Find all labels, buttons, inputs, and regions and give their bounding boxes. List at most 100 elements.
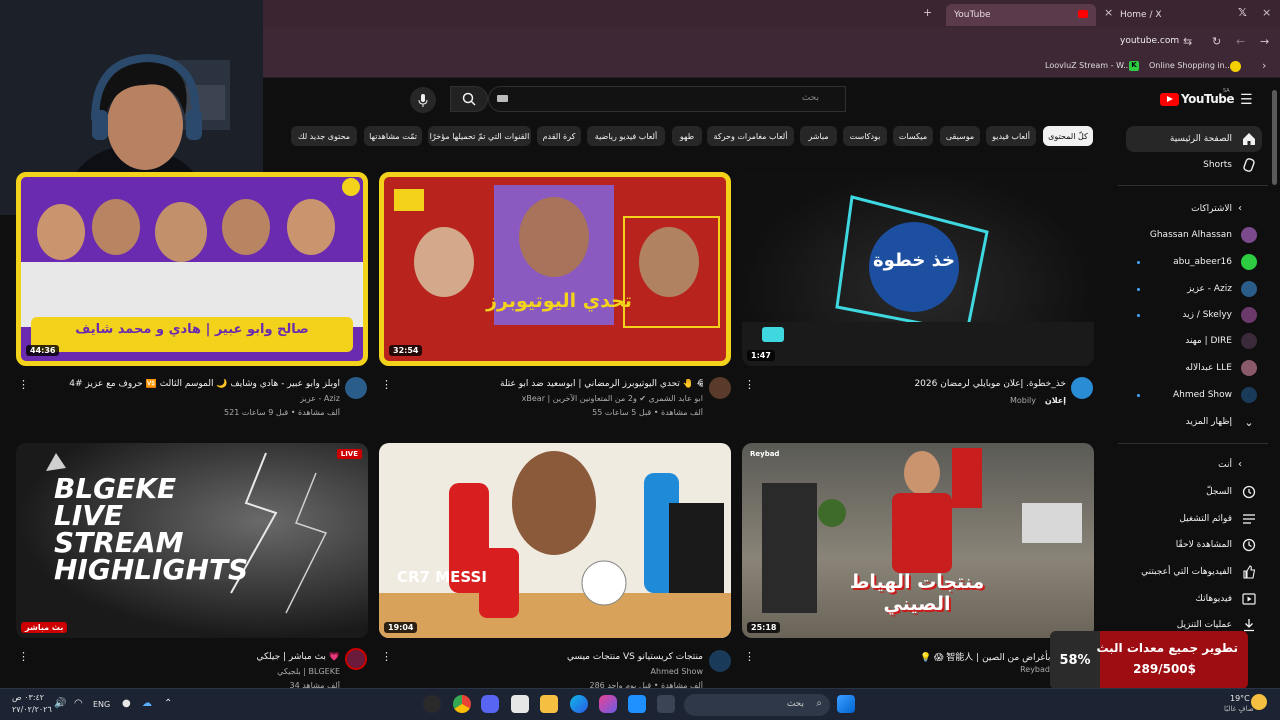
edge-browser-icon[interactable] xyxy=(570,695,588,713)
video-thumbnail[interactable]: تحدي اليوتيوبرز 32:54 xyxy=(379,172,731,366)
sidebar-item-sub-3[interactable]: زيد / Skelyy xyxy=(1126,302,1262,328)
tab-youtube[interactable]: YouTube xyxy=(946,4,1096,26)
wifi-icon[interactable]: ◠ xyxy=(74,698,83,709)
video-thumbnail[interactable]: Reybad منتجات الهياط الصيني 25:18 xyxy=(742,443,1094,638)
chip-watched[interactable]: تمّت مشاهدتها xyxy=(364,126,422,146)
chip-all[interactable]: كلّ المحتوى xyxy=(1043,126,1093,146)
chip-football[interactable]: كرة القدم xyxy=(537,126,581,146)
more-options-icon[interactable]: ⋮ xyxy=(381,650,392,663)
subscriptions-header[interactable]: الاشتراكات ‹ xyxy=(1191,203,1242,214)
task-view-icon[interactable] xyxy=(657,695,675,713)
more-options-icon[interactable]: ⋮ xyxy=(18,650,29,663)
more-options-icon[interactable]: ⋮ xyxy=(18,378,29,391)
weather-temp[interactable]: 19°C xyxy=(1230,694,1250,703)
site-settings-icon[interactable]: ⇆ xyxy=(1183,35,1192,48)
sidebar-show-more[interactable]: إظهار المزيد ⌄ xyxy=(1126,409,1262,435)
chip-podcasts[interactable]: بودكاست xyxy=(843,126,887,146)
sidebar-item-your-videos[interactable]: فيديوهاتك xyxy=(1126,586,1262,612)
sidebar-item-sub-5[interactable]: عبدالاله LLE xyxy=(1126,355,1262,381)
sidebar-item-sub-6[interactable]: Ahmed Show xyxy=(1126,382,1262,408)
sidebar-item-shorts[interactable]: Shorts xyxy=(1126,152,1262,178)
more-bookmarks-icon[interactable]: › xyxy=(1262,59,1266,72)
channel-avatar[interactable] xyxy=(709,650,731,672)
channel-avatar[interactable] xyxy=(1071,377,1093,399)
chrome-app-icon[interactable] xyxy=(453,695,471,713)
chip-action-adventure[interactable]: ألعاب مغامرات وحركة xyxy=(707,126,794,146)
sidebar-item-sub-4[interactable]: مهند | DIRE xyxy=(1126,328,1262,354)
more-options-icon[interactable]: ⋮ xyxy=(381,378,392,391)
sidebar-item-sub-1[interactable]: abu_abeer16 xyxy=(1126,249,1262,275)
chip-live[interactable]: مباشر xyxy=(800,126,837,146)
video-title[interactable]: منتجات ميسي VS منتجات كريستيانو xyxy=(520,652,703,662)
photos-app-icon[interactable] xyxy=(628,695,646,713)
video-title[interactable]: بث مباشر | جيلكي 💗 xyxy=(200,652,340,662)
sidebar-item-history[interactable]: السجلّ xyxy=(1126,479,1262,505)
back-icon[interactable]: → xyxy=(1260,35,1269,48)
forward-icon[interactable]: ← xyxy=(1236,35,1245,48)
sidebar-item-sub-2[interactable]: عزيز - Aziz xyxy=(1126,276,1262,302)
channel-name[interactable]: Mobily xyxy=(970,396,1036,405)
chip-gaming[interactable]: ألعاب فيديو xyxy=(986,126,1036,146)
video-thumbnail[interactable]: CR7 MESSI 19:04 xyxy=(379,443,731,638)
taskbar-search-box[interactable]: بحث ⌕ xyxy=(684,694,830,716)
store-app-icon[interactable] xyxy=(511,695,529,713)
more-options-icon[interactable]: ⋮ xyxy=(744,650,755,663)
page-scrollbar[interactable] xyxy=(1272,90,1277,185)
new-tab-button[interactable]: + xyxy=(923,6,932,19)
channel-name[interactable]: عزيز - Aziz xyxy=(200,394,340,403)
search-input[interactable]: بحث xyxy=(488,86,846,112)
search-button[interactable] xyxy=(450,86,488,112)
channel-name[interactable]: Reybad xyxy=(1000,665,1050,674)
video-thumbnail[interactable]: خذ خطوة 1:47 xyxy=(742,172,1094,366)
youtube-logo-icon[interactable] xyxy=(1160,93,1179,106)
tab-home-x[interactable]: Home / X xyxy=(1112,4,1252,26)
copilot-icon[interactable] xyxy=(599,695,617,713)
onedrive-icon[interactable]: ☁ xyxy=(142,698,152,709)
video-title[interactable]: خذ_خطوة. إعلان موبايلي لرمضان 2026 xyxy=(870,379,1066,389)
channel-name[interactable]: بلجيكي | BLGEKE xyxy=(200,667,340,676)
sidebar-item-liked[interactable]: الفيديوهات التي أعجبتني xyxy=(1126,559,1262,585)
chip-mixes[interactable]: ميكسات xyxy=(893,126,933,146)
channel-avatar[interactable] xyxy=(709,377,731,399)
language-indicator[interactable]: ENG xyxy=(93,700,110,709)
close-tab-x-icon[interactable]: × xyxy=(1262,6,1271,19)
more-options-icon[interactable]: ⋮ xyxy=(744,378,755,391)
chip-sports-games[interactable]: ألعاب فيديو رياضية xyxy=(587,126,665,146)
video-thumbnail[interactable]: صالح وابو عبير | هادي و محمد شايف 44:36 xyxy=(16,172,368,366)
video-title[interactable]: تحدي اليوتيوبرز الرمضاني | ابوسعيد ضد اب… xyxy=(500,379,703,389)
chip-recently-uploaded[interactable]: القنوات التي تمّ تحميلها مؤخرًا xyxy=(428,126,531,146)
bookmark-online-shopping[interactable]: Online Shopping in... xyxy=(1149,61,1232,70)
file-explorer-icon[interactable] xyxy=(540,695,558,713)
obs-app-icon[interactable] xyxy=(423,695,441,713)
chip-music[interactable]: موسيقى xyxy=(940,126,980,146)
voice-search-button[interactable] xyxy=(410,87,436,113)
sidebar-item-sub-0[interactable]: Ghassan Alhassan xyxy=(1126,222,1262,248)
channel-name[interactable]: Ahmed Show xyxy=(560,667,703,676)
clock-date[interactable]: ٢٧/٠٢/٢٠٢٦ xyxy=(12,705,52,714)
chip-cooking[interactable]: طهو xyxy=(672,126,702,146)
weather-sun-icon[interactable] xyxy=(1251,694,1267,710)
sidebar-item-playlists[interactable]: قوائم التشغيل xyxy=(1126,506,1262,532)
sidebar-item-home[interactable]: الصفحة الرئيسية xyxy=(1126,126,1262,152)
clock-time[interactable]: ٠٣:٤٢ ص xyxy=(12,693,44,702)
microphone-tray-icon[interactable]: ● xyxy=(122,698,131,709)
sidebar-item-watch-later[interactable]: المشاهدة لاحقًا xyxy=(1126,532,1262,558)
keyboard-icon[interactable] xyxy=(497,95,508,102)
reload-icon[interactable]: ↻ xyxy=(1212,35,1221,48)
video-title[interactable]: حروف مع عزيز #4 🆚 اوبلز وابو عبير - هادي… xyxy=(50,379,340,389)
channel-name[interactable]: xBear | ابو عابد الشمري ✔ و2 من المتعاون… xyxy=(500,394,703,403)
discord-app-icon[interactable] xyxy=(481,695,499,713)
video-title[interactable]: 💡 😱 智能人 | بيت ذكي بأغراض من الصين xyxy=(920,650,1050,663)
bookmark-loovluz[interactable]: LoovluZ Stream - W... xyxy=(1045,61,1131,70)
video-thumbnail[interactable]: BLGEKE LIVE STREAM HIGHLIGHTS LIVE بث مب… xyxy=(16,443,368,638)
menu-hamburger-icon[interactable]: ☰ xyxy=(1240,92,1253,108)
volume-icon[interactable]: 🔊 xyxy=(54,698,66,709)
tray-overflow-chevron-icon[interactable]: ⌃ xyxy=(164,698,172,709)
chip-new-to-you[interactable]: محتوى جديد لك xyxy=(291,126,357,146)
windows-start-icon[interactable] xyxy=(837,695,855,713)
url-text[interactable]: youtube.com xyxy=(1120,36,1179,46)
you-header[interactable]: أنت ‹ xyxy=(1218,459,1242,470)
channel-avatar[interactable] xyxy=(345,648,367,670)
youtube-logo-text[interactable]: YouTube xyxy=(1181,92,1235,106)
channel-avatar[interactable] xyxy=(345,377,367,399)
